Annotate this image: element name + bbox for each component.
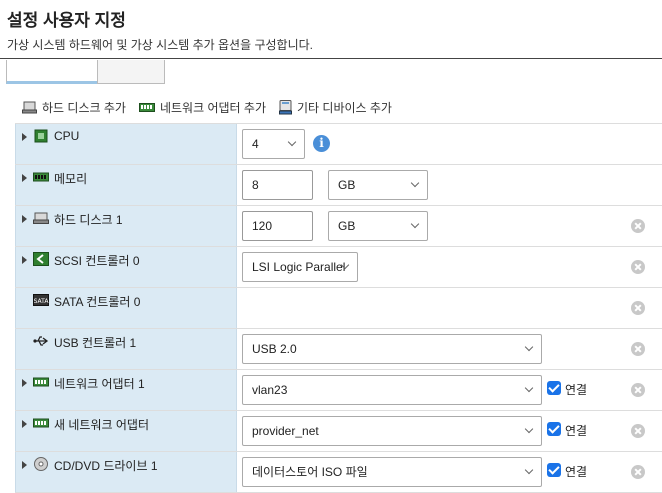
hard-disk-size-input[interactable]: 120 <box>242 211 313 241</box>
expand-caret-icon[interactable] <box>22 133 27 141</box>
expand-caret-icon[interactable] <box>22 256 27 264</box>
scsi-controller-icon <box>33 252 49 266</box>
device-row-cpu: CPU 4 i <box>15 124 662 165</box>
device-label: CD/DVD 드라이브 1 <box>54 459 158 473</box>
device-row-sata: SATA SATA 컨트롤러 0 <box>15 288 662 329</box>
network-adapter-icon <box>33 377 49 387</box>
device-label-cell: CD/DVD 드라이브 1 <box>15 452 237 492</box>
device-label: 하드 디스크 1 <box>54 213 123 227</box>
device-label-cell: 네트워크 어댑터 1 <box>15 370 237 410</box>
expand-caret-icon[interactable] <box>22 420 27 428</box>
remove-device-icon[interactable] <box>631 383 645 397</box>
cd-dvd-media-select[interactable]: 데이터스토어 ISO 파일 <box>242 457 542 487</box>
memory-unit-select[interactable]: GB <box>328 170 428 200</box>
device-label: 새 네트워크 어댑터 <box>54 418 149 432</box>
remove-device-icon[interactable] <box>631 465 645 479</box>
connect-checkbox[interactable] <box>547 381 561 395</box>
page-title: 설정 사용자 지정 <box>7 11 126 30</box>
connect-checkbox[interactable] <box>547 422 561 436</box>
device-label: 네트워크 어댑터 1 <box>54 377 145 391</box>
device-label-cell: CPU <box>15 124 237 164</box>
network-adapter-icon <box>138 102 155 112</box>
device-label: USB 컨트롤러 1 <box>54 336 137 350</box>
device-row-usb: USB 컨트롤러 1 USB 2.0 <box>15 329 662 370</box>
cd-dvd-icon <box>34 457 48 471</box>
usb-icon <box>33 336 49 346</box>
device-label: SATA 컨트롤러 0 <box>54 295 141 309</box>
device-label-cell: USB 컨트롤러 1 <box>15 329 237 369</box>
device-row-memory: 메모리 8 GB <box>15 165 662 206</box>
device-row-new-network-adapter: 새 네트워크 어댑터 provider_net 연결 <box>15 411 662 452</box>
device-label-cell: SCSI 컨트롤러 0 <box>15 247 237 287</box>
connect-label: 연결 <box>565 424 588 438</box>
other-device-icon <box>278 99 292 114</box>
page-description: 가상 시스템 하드웨어 및 가상 시스템 추가 옵션을 구성합니다. <box>7 38 314 52</box>
device-label: 메모리 <box>54 172 88 186</box>
hard-disk-unit-select[interactable]: GB <box>328 211 428 241</box>
network-adapter-icon <box>33 418 49 428</box>
sata-controller-icon: SATA <box>33 294 49 306</box>
remove-device-icon[interactable] <box>631 424 645 438</box>
scsi-type-select[interactable]: LSI Logic Parallel <box>242 252 358 282</box>
tab-vm-options[interactable] <box>97 60 165 84</box>
add-hard-disk-label: 하드 디스크 추가 <box>42 100 126 115</box>
device-row-hard-disk-1: 하드 디스크 1 120 GB <box>15 206 662 247</box>
memory-icon <box>33 172 49 182</box>
connect-label: 연결 <box>565 465 588 479</box>
device-label-cell: 하드 디스크 1 <box>15 206 237 246</box>
device-label-cell: 메모리 <box>15 165 237 205</box>
add-other-device-label: 기타 디바이스 추가 <box>296 100 392 115</box>
network-select[interactable]: provider_net <box>242 416 542 446</box>
device-row-cd-dvd-1: CD/DVD 드라이브 1 데이터스토어 ISO 파일 연결 <box>15 452 662 493</box>
expand-caret-icon[interactable] <box>22 174 27 182</box>
memory-size-input[interactable]: 8 <box>242 170 313 200</box>
hard-disk-icon <box>22 101 37 113</box>
device-row-network-adapter-1: 네트워크 어댑터 1 vlan23 연결 <box>15 370 662 411</box>
remove-device-icon[interactable] <box>631 342 645 356</box>
device-label-cell: SATA SATA 컨트롤러 0 <box>15 288 237 328</box>
network-select[interactable]: vlan23 <box>242 375 542 405</box>
cpu-count-select[interactable]: 4 <box>242 129 305 159</box>
device-label: SCSI 컨트롤러 0 <box>54 254 140 268</box>
remove-device-icon[interactable] <box>631 219 645 233</box>
svg-text:SATA: SATA <box>34 298 49 305</box>
device-label-cell: 새 네트워크 어댑터 <box>15 411 237 451</box>
device-grid: CPU 4 i 메모리 8 GB 하드 디스크 1 120 GB SCSI 컨트… <box>15 123 662 493</box>
expand-caret-icon[interactable] <box>22 215 27 223</box>
header-divider <box>0 58 662 59</box>
cpu-icon <box>34 129 48 143</box>
device-label: CPU <box>54 129 80 143</box>
info-icon[interactable]: i <box>313 135 330 152</box>
add-other-device-button[interactable]: 기타 디바이스 추가 <box>278 99 392 116</box>
add-network-adapter-label: 네트워크 어댑터 추가 <box>159 100 266 115</box>
hard-disk-icon <box>33 212 49 224</box>
add-hard-disk-button[interactable]: 하드 디스크 추가 <box>22 99 126 116</box>
expand-caret-icon[interactable] <box>22 461 27 469</box>
add-network-adapter-button[interactable]: 네트워크 어댑터 추가 <box>138 99 266 116</box>
connect-label: 연결 <box>565 383 588 397</box>
remove-device-icon[interactable] <box>631 301 645 315</box>
device-toolbar: 하드 디스크 추가 네트워크 어댑터 추가 기타 디바이스 추가 <box>22 98 405 116</box>
tab-strip <box>6 60 166 84</box>
usb-version-select[interactable]: USB 2.0 <box>242 334 542 364</box>
remove-device-icon[interactable] <box>631 260 645 274</box>
tab-virtual-hardware[interactable] <box>6 60 98 84</box>
expand-caret-icon[interactable] <box>22 379 27 387</box>
device-row-scsi: SCSI 컨트롤러 0 LSI Logic Parallel <box>15 247 662 288</box>
connect-checkbox[interactable] <box>547 463 561 477</box>
